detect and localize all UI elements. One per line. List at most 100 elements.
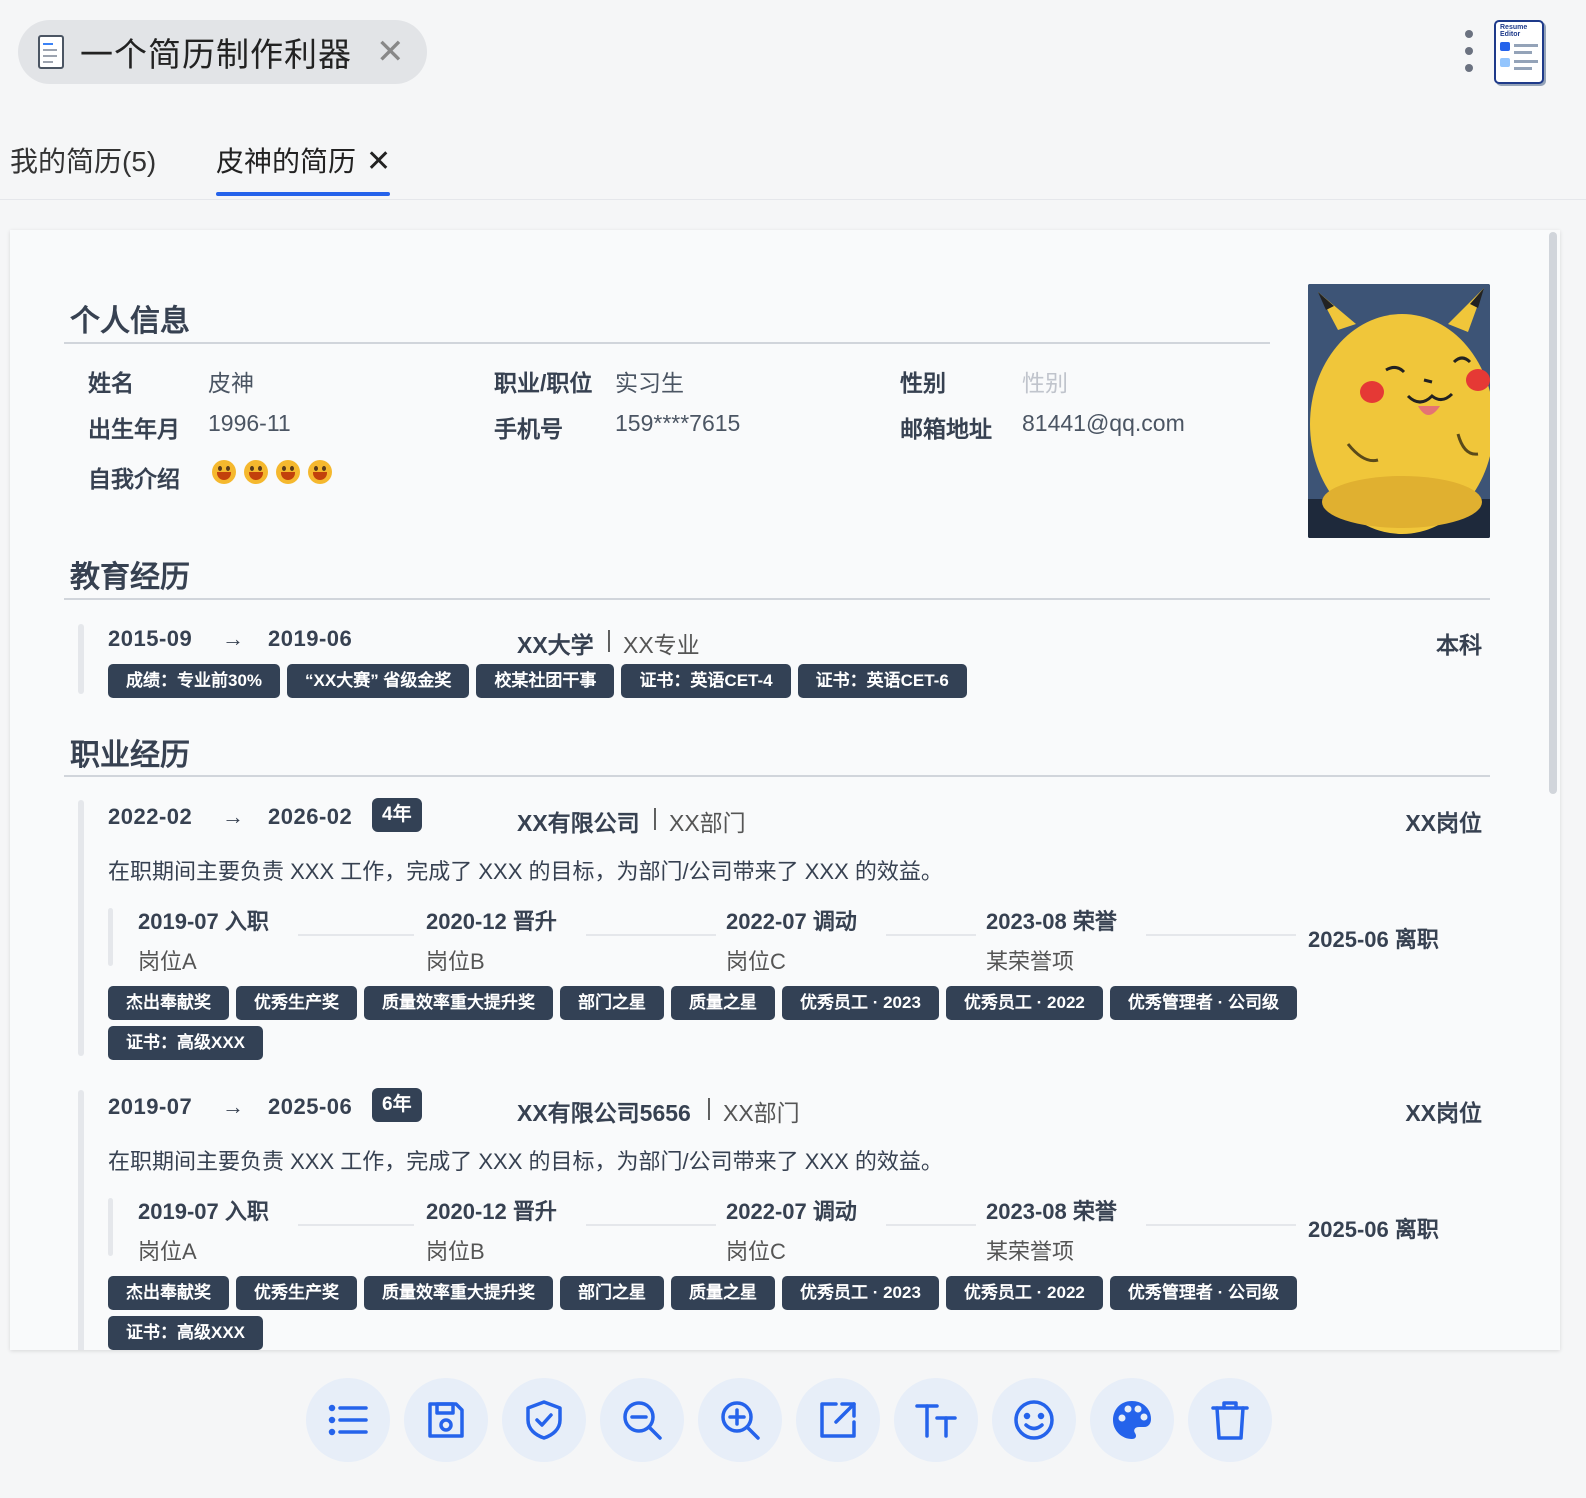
job-start-date[interactable]: 2022-02	[108, 804, 192, 830]
timeline-end-item[interactable]: 2025-06 离职	[1308, 1212, 1439, 1244]
more-options-icon[interactable]	[1461, 30, 1477, 72]
job-tag[interactable]: 优秀生产奖	[236, 986, 357, 1020]
timeline-connector	[298, 934, 414, 936]
email-value[interactable]: 81441@qq.com	[1022, 410, 1185, 437]
zoom-in-button[interactable]	[698, 1378, 782, 1462]
edu-tag[interactable]: 校某社团干事	[476, 664, 615, 698]
gender-label: 性别	[900, 370, 946, 396]
job-tag[interactable]: 质量效率重大提升奖	[364, 1276, 553, 1310]
emoji-button[interactable]	[992, 1378, 1076, 1462]
timeline-end-item[interactable]: 2025-06 离职	[1308, 922, 1439, 954]
timeline-item[interactable]: 2022-07 调动 岗位C	[726, 904, 857, 976]
birth-value[interactable]: 1996-11	[208, 410, 291, 437]
job-start-date[interactable]: 2019-07	[108, 1094, 192, 1120]
grinning-emoji-icon	[212, 460, 236, 484]
check-button[interactable]	[502, 1378, 586, 1462]
emoji-icon	[1014, 1400, 1054, 1440]
job-tag[interactable]: 质量之星	[671, 1276, 775, 1310]
save-button[interactable]	[404, 1378, 488, 1462]
job-tag[interactable]: 杰出奉献奖	[108, 986, 229, 1020]
section-title-personal: 个人信息	[70, 305, 190, 338]
edu-tag[interactable]: 证书：英语CET-6	[797, 664, 967, 698]
job-tag[interactable]: 优秀生产奖	[236, 1276, 357, 1310]
resume-canvas[interactable]: 个人信息 姓名 皮神 职业/职位 实习生 性别 性别 出生年月 1996-11 …	[10, 230, 1560, 1350]
grinning-emoji-icon	[276, 460, 300, 484]
delete-button[interactable]	[1188, 1378, 1272, 1462]
job-tag[interactable]: 优秀员工 · 2022	[945, 1276, 1103, 1310]
job-tag[interactable]: 证书：高级XXX	[108, 1316, 264, 1350]
edu-tag[interactable]: “XX大赛” 省级金奖	[287, 664, 470, 698]
outline-button[interactable]	[306, 1378, 390, 1462]
phone-value[interactable]: 159****7615	[615, 410, 740, 437]
gender-field[interactable]: 性别	[1022, 364, 1068, 398]
resume-editor-logo-icon: Resume Editor	[1490, 18, 1550, 86]
job-tag[interactable]: 杰出奉献奖	[108, 1276, 229, 1310]
edu-end-date[interactable]: 2019-06	[268, 626, 352, 652]
timeline-item[interactable]: 2022-07 调动 岗位C	[726, 1194, 857, 1266]
job-department[interactable]: XX部门	[723, 1094, 800, 1128]
job-tag[interactable]: 质量之星	[671, 986, 775, 1020]
job-role[interactable]: XX岗位	[1405, 804, 1482, 838]
timeline-item[interactable]: 2019-07 入职 岗位A	[138, 904, 269, 976]
job-tags: 杰出奉献奖 优秀生产奖 质量效率重大提升奖 部门之星 质量之星 优秀员工 · 2…	[108, 986, 1368, 1060]
job-department[interactable]: XX部门	[669, 804, 746, 838]
zoom-out-button[interactable]	[600, 1378, 684, 1462]
tab-close-icon[interactable]: ✕	[366, 145, 391, 178]
position-label: 职业/职位	[494, 370, 593, 396]
edu-degree[interactable]: 本科	[1436, 626, 1482, 660]
job-tags: 杰出奉献奖 优秀生产奖 质量效率重大提升奖 部门之星 质量之星 优秀员工 · 2…	[108, 1276, 1368, 1350]
bottom-toolbar	[306, 1378, 1272, 1462]
section-title-career: 职业经历	[70, 739, 190, 772]
section-divider	[64, 598, 1490, 600]
edu-major[interactable]: XX专业	[623, 626, 700, 660]
font-size-button[interactable]	[894, 1378, 978, 1462]
job-end-date[interactable]: 2025-06	[268, 1094, 352, 1120]
job-tag[interactable]: 部门之星	[560, 1276, 664, 1310]
active-tab-indicator	[216, 192, 390, 196]
theme-color-button[interactable]	[1090, 1378, 1174, 1462]
export-button[interactable]	[796, 1378, 880, 1462]
edu-start-date[interactable]: 2015-09	[108, 626, 192, 652]
name-value[interactable]: 皮神	[208, 364, 254, 398]
trash-icon	[1211, 1401, 1249, 1440]
job-tag[interactable]: 优秀员工 · 2023	[782, 1276, 939, 1310]
intro-label: 自我介绍	[88, 466, 180, 492]
timeline-item[interactable]: 2023-08 荣誉 某荣誉项	[986, 904, 1117, 976]
job-tag[interactable]: 质量效率重大提升奖	[364, 986, 553, 1020]
job-tag[interactable]: 证书：高级XXX	[108, 1026, 264, 1060]
job-company[interactable]: XX有限公司	[517, 804, 640, 838]
zoom-in-icon	[721, 1401, 760, 1440]
position-value[interactable]: 实习生	[615, 364, 684, 398]
save-icon	[428, 1402, 464, 1438]
tab-pishen-resume[interactable]: 皮神的简历 ✕	[216, 140, 391, 180]
vertical-scrollbar[interactable]	[1549, 232, 1557, 794]
edu-tags: 成绩：专业前30% “XX大赛” 省级金奖 校某社团干事 证书：英语CET-4 …	[108, 664, 967, 698]
timeline-item[interactable]: 2019-07 入职 岗位A	[138, 1194, 269, 1266]
job-description[interactable]: 在职期间主要负责 XXX 工作，完成了 XXX 的目标，为部门/公司带来了 XX…	[108, 1144, 943, 1176]
timeline-connector	[1146, 934, 1296, 936]
job-tag[interactable]: 优秀管理者 · 公司级	[1109, 986, 1297, 1020]
job-tag[interactable]: 优秀员工 · 2023	[782, 986, 939, 1020]
timeline-connector	[586, 934, 716, 936]
job-end-date[interactable]: 2026-02	[268, 804, 352, 830]
job-tag[interactable]: 优秀员工 · 2022	[945, 986, 1103, 1020]
job-company[interactable]: XX有限公司5656	[517, 1094, 691, 1128]
edu-tag[interactable]: 证书：英语CET-4	[621, 664, 791, 698]
app-close-icon[interactable]: ✕	[376, 35, 405, 69]
timeline-item[interactable]: 2023-08 荣誉 某荣誉项	[986, 1194, 1117, 1266]
edu-tag[interactable]: 成绩：专业前30%	[108, 664, 281, 698]
tab-my-resumes[interactable]: 我的简历(5)	[10, 140, 156, 180]
job-role[interactable]: XX岗位	[1405, 1094, 1482, 1128]
timeline-item[interactable]: 2020-12 晋升 岗位B	[426, 1194, 557, 1266]
edu-arrow: →	[222, 626, 244, 651]
job-tag[interactable]: 部门之星	[560, 986, 664, 1020]
job-tag[interactable]: 优秀管理者 · 公司级	[1109, 1276, 1297, 1310]
edu-school[interactable]: XX大学	[517, 626, 594, 660]
app-tab-chip[interactable]: 一个简历制作利器 ✕	[18, 20, 427, 84]
job-description[interactable]: 在职期间主要负责 XXX 工作，完成了 XXX 的目标，为部门/公司带来了 XX…	[108, 854, 943, 886]
timeline-connector	[586, 1224, 716, 1226]
profile-photo[interactable]	[1308, 284, 1490, 538]
timeline-item[interactable]: 2020-12 晋升 岗位B	[426, 904, 557, 976]
job-duration-badge: 4年	[372, 798, 422, 832]
resume-tabs: 我的简历(5) 皮神的简历 ✕	[0, 128, 1586, 200]
